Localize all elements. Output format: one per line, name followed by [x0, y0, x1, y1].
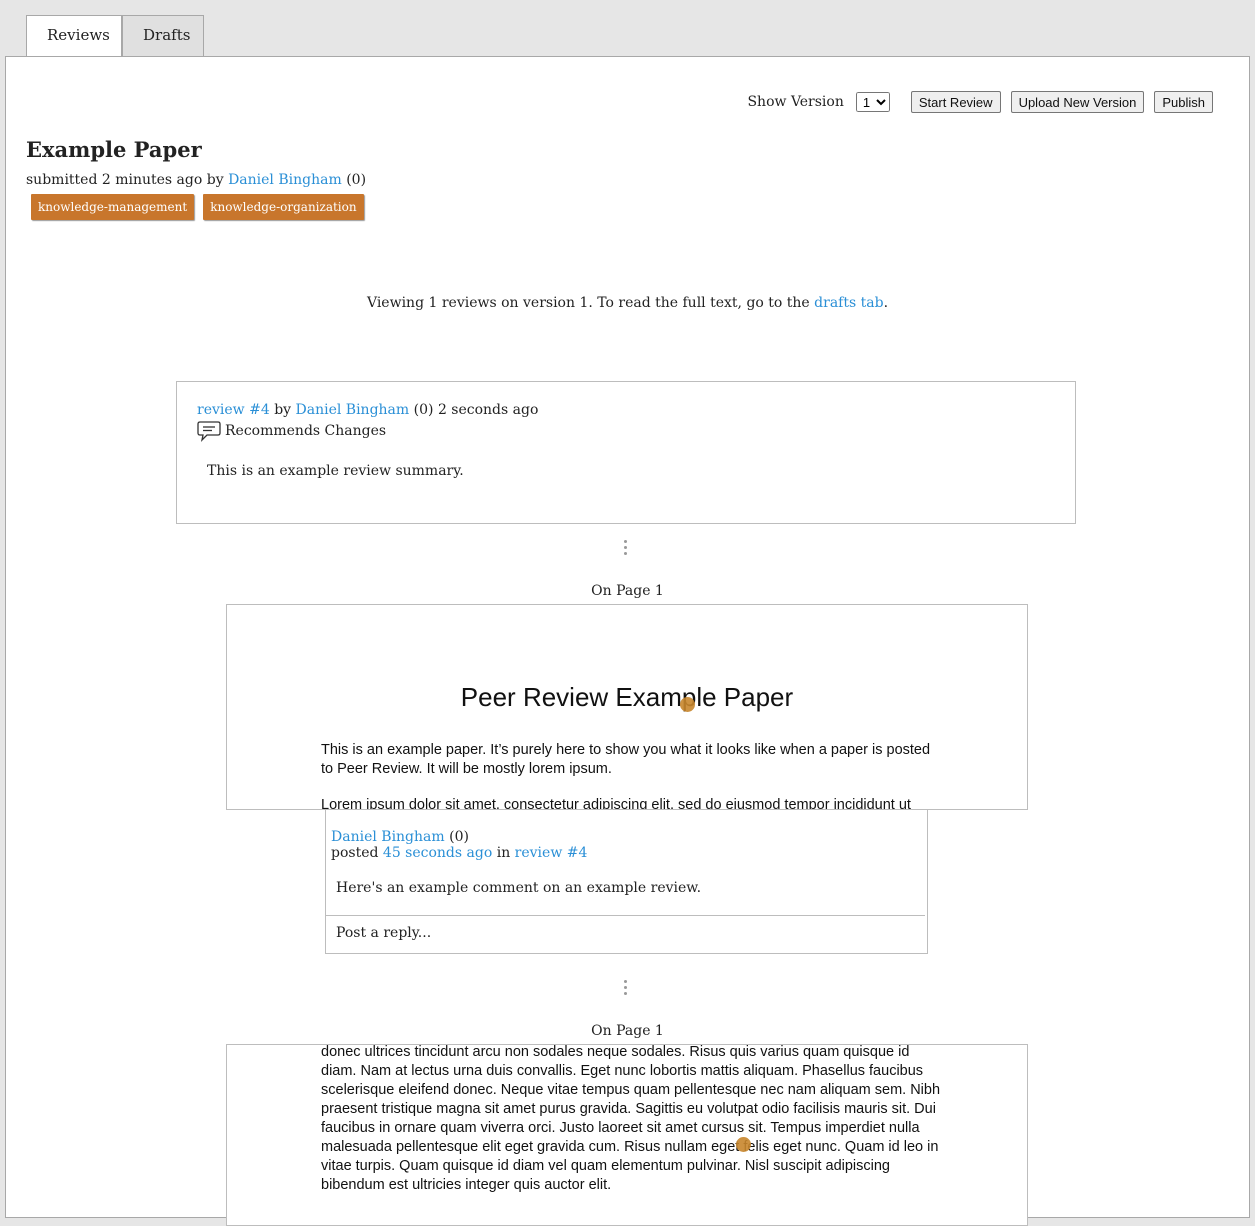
comment-card: Daniel Bingham (0) posted 45 seconds ago… [325, 810, 928, 954]
reply-input[interactable]: Post a reply... [326, 915, 925, 952]
paper-author-link[interactable]: Daniel Bingham [228, 172, 342, 188]
review-time: 2 seconds ago [437, 402, 539, 418]
tag-knowledge-organization[interactable]: knowledge-organization [203, 194, 364, 220]
tag-knowledge-management[interactable]: knowledge-management [31, 194, 195, 220]
comment-author-reputation: (0) [449, 829, 469, 845]
page-location-label: On Page 1 [591, 1023, 664, 1039]
excerpt-paragraph: donec ultrices tincidunt arcu non sodale… [321, 1044, 941, 1193]
paper-excerpt: Peer Review Example Paper This is an exa… [226, 604, 1028, 810]
comment-posted-line: posted 45 seconds ago in review #4 [331, 845, 587, 861]
comment-author-line: Daniel Bingham (0) [331, 829, 469, 845]
version-toolbar: Show Version 1 Start Review Upload New V… [747, 91, 1213, 113]
review-card: review #4 by Daniel Bingham (0) 2 second… [176, 381, 1076, 524]
more-options-icon[interactable] [624, 540, 628, 558]
drafts-tab-link[interactable]: drafts tab [814, 295, 883, 311]
comment-time-link[interactable]: 45 seconds ago [383, 845, 492, 861]
in-label: in [496, 845, 511, 861]
comment-marker[interactable] [736, 1137, 751, 1152]
recommendation-label: Recommends Changes [225, 423, 387, 439]
tab-reviews[interactable]: Reviews [26, 15, 122, 58]
comment-bubble-icon [197, 421, 221, 442]
review-author-link[interactable]: Daniel Bingham [296, 402, 410, 418]
posted-label: posted [331, 845, 379, 861]
comment-author-link[interactable]: Daniel Bingham [331, 829, 445, 845]
viewing-text: Viewing 1 reviews on version 1. To read … [366, 295, 810, 311]
start-review-button[interactable]: Start Review [910, 91, 1001, 113]
paper-title: Example Paper [26, 137, 202, 162]
review-by-label: by [274, 402, 292, 418]
review-link[interactable]: review #4 [197, 402, 270, 418]
excerpt-paragraph: This is an example paper. It’s purely he… [321, 742, 931, 777]
excerpt-heading: Peer Review Example Paper [460, 682, 794, 712]
by-label: by [206, 172, 224, 188]
publish-button[interactable]: Publish [1154, 91, 1213, 113]
page-location-label: On Page 1 [591, 583, 664, 599]
excerpt-paragraph-cut: Lorem ipsum dolor sit amet, consectetur … [321, 797, 911, 810]
viewing-notice: Viewing 1 reviews on version 1. To read … [6, 295, 1249, 311]
show-version-label: Show Version [747, 94, 844, 110]
comment-marker[interactable] [680, 697, 695, 712]
viewing-suffix: . [883, 295, 889, 311]
review-author-reputation: (0) [413, 402, 434, 418]
tab-bar: Reviews Drafts [26, 15, 204, 58]
upload-new-version-button[interactable]: Upload New Version [1010, 91, 1145, 113]
review-recommendation: Recommends Changes [197, 420, 386, 442]
version-select[interactable]: 1 [855, 92, 890, 112]
submitted-time: submitted 2 minutes ago [26, 172, 203, 188]
comment-text: Here's an example comment on an example … [336, 880, 702, 896]
comment-review-link[interactable]: review #4 [515, 845, 588, 861]
paper-meta: submitted 2 minutes ago by Daniel Bingha… [26, 172, 366, 188]
more-options-icon[interactable] [624, 980, 628, 998]
reviews-panel: Show Version 1 Start Review Upload New V… [5, 56, 1250, 1226]
tag-list: knowledge-management knowledge-organizat… [31, 194, 373, 220]
review-header: review #4 by Daniel Bingham (0) 2 second… [197, 402, 538, 418]
paper-author-reputation: (0) [346, 172, 367, 188]
review-summary: This is an example review summary. [207, 463, 464, 479]
paper-excerpt: donec ultrices tincidunt arcu non sodale… [226, 1044, 1028, 1226]
tab-drafts[interactable]: Drafts [122, 15, 204, 56]
